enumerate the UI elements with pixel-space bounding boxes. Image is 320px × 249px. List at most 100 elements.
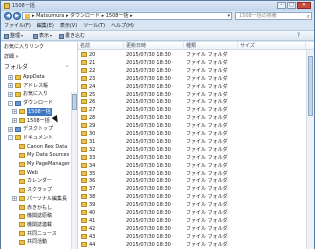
table-row[interactable]: 44 2015/07/30 18:30 ファイル フォルダ bbox=[78, 241, 306, 249]
tree-item-label: カレンダー bbox=[27, 178, 53, 185]
table-row[interactable]: 30 2015/07/30 18:30 ファイル フォルダ bbox=[78, 130, 306, 138]
burn-button[interactable]: 書き込む bbox=[59, 32, 85, 40]
search-input[interactable]: 1508一括の検索 ⌕ bbox=[235, 12, 312, 20]
table-row[interactable]: 20 2015/07/30 18:30 ファイル フォルダ bbox=[78, 51, 306, 59]
views-button[interactable]: 表示 ▾ bbox=[33, 32, 52, 40]
tree-item[interactable]: + パーソナル編集長 bbox=[12, 195, 67, 203]
maximize-button[interactable]: □ bbox=[287, 2, 296, 9]
help-icon[interactable]: ? bbox=[294, 32, 303, 40]
tree-expander-icon[interactable]: - bbox=[8, 100, 13, 106]
address-field[interactable]: ▸ Matsumura ▸ ダウンロード ▸ 1508一括 ▸ ▾ bbox=[22, 12, 232, 20]
folder-icon bbox=[81, 186, 87, 192]
cell-name: 28 bbox=[89, 115, 96, 122]
cell-name: 23 bbox=[89, 75, 96, 82]
tree-item[interactable]: - ドキュメント bbox=[8, 134, 53, 142]
table-row[interactable]: 43 2015/07/30 18:30 ファイル フォルダ bbox=[78, 233, 306, 241]
tree-expander-icon[interactable]: + bbox=[12, 118, 17, 123]
table-row[interactable]: 27 2015/07/30 18:30 ファイル フォルダ bbox=[78, 106, 306, 114]
file-list-scrollbar[interactable] bbox=[306, 50, 314, 249]
tree-expander-icon[interactable]: + bbox=[8, 74, 13, 80]
tree-expander-icon[interactable]: + bbox=[12, 196, 17, 202]
folders-header[interactable]: フォルダ bbox=[4, 64, 28, 72]
tree-item[interactable]: 共同ニュース bbox=[12, 230, 57, 238]
tree-expander-icon[interactable]: + bbox=[8, 91, 13, 97]
close-button[interactable]: ✕ bbox=[297, 2, 311, 9]
menu-tools[interactable]: ツール(T) bbox=[83, 22, 105, 30]
table-row[interactable]: 40 2015/07/30 18:30 ファイル フォルダ bbox=[78, 209, 306, 217]
table-row[interactable]: 42 2015/07/30 18:30 ファイル フォルダ bbox=[78, 225, 306, 233]
navigation-scrollbar[interactable] bbox=[71, 92, 77, 249]
tree-item[interactable]: Web bbox=[12, 169, 38, 177]
tree-item[interactable]: + お気に入り bbox=[8, 90, 48, 98]
folder-icon bbox=[81, 107, 87, 113]
cell-date: 2015/07/30 18:30 bbox=[126, 202, 171, 209]
tree-item[interactable]: 共同活動 bbox=[12, 238, 47, 246]
scrollbar-thumb[interactable] bbox=[72, 94, 77, 110]
tree-item[interactable]: 機関誌原稿 bbox=[12, 212, 52, 220]
table-row[interactable]: 35 2015/07/30 18:30 ファイル フォルダ bbox=[78, 170, 306, 178]
tree-item-label: スクラップ bbox=[27, 187, 53, 194]
tree-item[interactable]: 機関誌連載 bbox=[12, 221, 52, 229]
tree-expander-icon[interactable]: + bbox=[8, 126, 13, 132]
table-row[interactable]: 39 2015/07/30 18:30 ファイル フォルダ bbox=[78, 201, 306, 209]
tree-item[interactable]: + アドレス帳 bbox=[8, 82, 48, 90]
table-row[interactable]: 28 2015/07/30 18:30 ファイル フォルダ bbox=[78, 114, 306, 122]
favorite-links-header[interactable]: お気に入りリンク bbox=[4, 44, 44, 51]
table-row[interactable]: 25 2015/07/30 18:30 ファイル フォルダ bbox=[78, 91, 306, 99]
menu-file[interactable]: ファイル(F) bbox=[4, 22, 31, 30]
menu-help[interactable]: ヘルプ(H) bbox=[111, 22, 134, 30]
scrollbar-thumb[interactable] bbox=[308, 56, 313, 116]
cell-name: 34 bbox=[89, 162, 96, 169]
organize-icon bbox=[4, 33, 9, 39]
tree-item[interactable]: My PageManager bbox=[12, 160, 70, 168]
minimize-button[interactable]: – bbox=[277, 2, 286, 9]
table-row[interactable]: 36 2015/07/30 18:30 ファイル フォルダ bbox=[78, 177, 306, 185]
table-row[interactable]: 41 2015/07/30 18:30 ファイル フォルダ bbox=[78, 217, 306, 225]
tree-item[interactable]: + デスクトップ bbox=[8, 125, 53, 133]
table-row[interactable]: 26 2015/07/30 18:30 ファイル フォルダ bbox=[78, 98, 306, 106]
table-row[interactable]: 33 2015/07/30 18:30 ファイル フォルダ bbox=[78, 154, 306, 162]
cell-name: 27 bbox=[89, 107, 96, 114]
cell-date: 2015/07/30 18:30 bbox=[126, 67, 171, 74]
back-button[interactable]: ◀ bbox=[4, 12, 12, 20]
chevron-up-icon[interactable]: ⌃ bbox=[65, 64, 69, 72]
tree-item[interactable]: +1508一括 bbox=[12, 117, 50, 125]
column-size[interactable]: サイズ bbox=[238, 42, 306, 50]
cell-date: 2015/07/30 18:30 bbox=[126, 194, 171, 201]
chevron-down-icon[interactable]: ▾ bbox=[227, 13, 230, 20]
tree-item[interactable]: カレンダー bbox=[12, 177, 52, 185]
table-row[interactable]: 29 2015/07/30 18:30 ファイル フォルダ bbox=[78, 122, 306, 130]
table-row[interactable]: 21 2015/07/30 18:30 ファイル フォルダ bbox=[78, 59, 306, 67]
search-icon[interactable]: ⌕ bbox=[307, 13, 310, 20]
tree-expander-icon[interactable]: + bbox=[8, 83, 13, 89]
table-row[interactable]: 37 2015/07/30 18:30 ファイル フォルダ bbox=[78, 185, 306, 193]
column-name[interactable]: 名前 bbox=[78, 42, 124, 50]
tree-item[interactable]: 赤きかもし bbox=[12, 204, 52, 212]
table-row[interactable]: 23 2015/07/30 18:30 ファイル フォルダ bbox=[78, 75, 306, 83]
menu-edit[interactable]: 編集(E) bbox=[37, 22, 54, 30]
forward-button[interactable]: ▶ bbox=[13, 12, 21, 20]
tree-item[interactable]: Canon Rex Data bbox=[12, 143, 67, 151]
column-date[interactable]: 更新日時 bbox=[124, 42, 184, 50]
tree-item[interactable]: + AppData bbox=[8, 73, 45, 81]
column-header: 名前 更新日時 種類 サイズ bbox=[78, 42, 314, 50]
tree-expander-icon[interactable]: - bbox=[8, 135, 13, 141]
column-type[interactable]: 種類 bbox=[184, 42, 238, 50]
table-row[interactable]: 32 2015/07/30 18:30 ファイル フォルダ bbox=[78, 146, 306, 154]
table-row[interactable]: 31 2015/07/30 18:30 ファイル フォルダ bbox=[78, 138, 306, 146]
cell-type: ファイル フォルダ bbox=[186, 91, 228, 98]
tree-item[interactable]: - ダウンロード bbox=[8, 99, 53, 107]
details-toggle[interactable]: 詳細 » bbox=[4, 54, 19, 61]
table-row[interactable]: 34 2015/07/30 18:30 ファイル フォルダ bbox=[78, 162, 306, 170]
organize-button[interactable]: 整理 ▾ bbox=[4, 32, 23, 40]
tree-expander-icon[interactable]: + bbox=[12, 109, 17, 115]
table-row[interactable]: 38 2015/07/30 18:30 ファイル フォルダ bbox=[78, 193, 306, 201]
tree-item[interactable]: My Data Sources bbox=[12, 151, 69, 159]
tree-item[interactable]: +1508一括 bbox=[12, 107, 52, 116]
cell-type: ファイル フォルダ bbox=[186, 210, 228, 216]
window-title: 1508一括 bbox=[12, 3, 35, 9]
table-row[interactable]: 24 2015/07/30 18:30 ファイル フォルダ bbox=[78, 83, 306, 91]
table-row[interactable]: 22 2015/07/30 18:30 ファイル フォルダ bbox=[78, 67, 306, 75]
menu-view[interactable]: 表示(V) bbox=[60, 22, 77, 30]
tree-item[interactable]: スクラップ bbox=[12, 186, 52, 194]
